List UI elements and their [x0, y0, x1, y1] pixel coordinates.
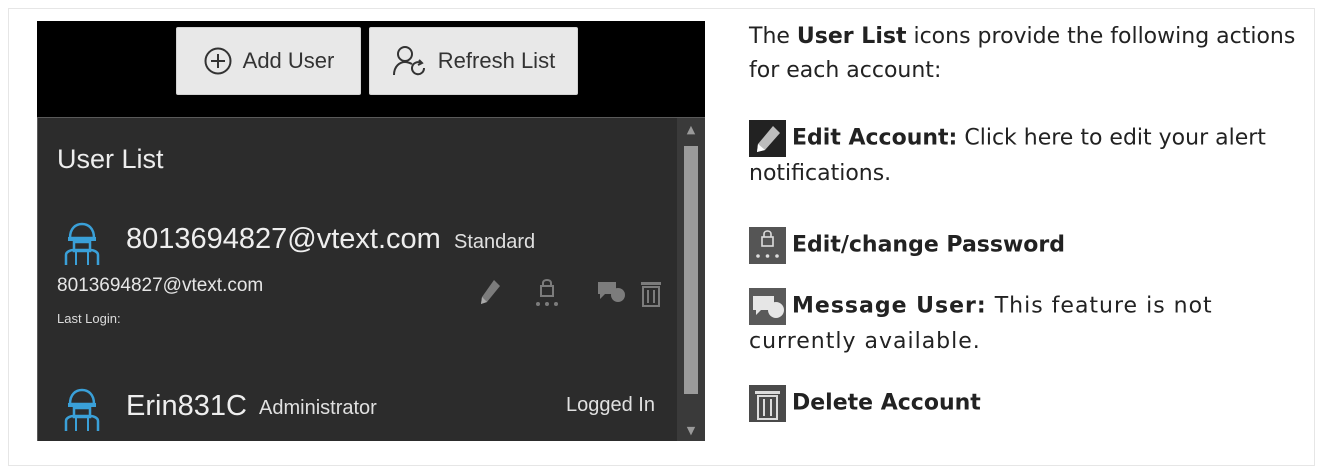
- user-refresh-icon: [392, 44, 428, 78]
- refresh-list-button[interactable]: Refresh List: [369, 27, 578, 95]
- help-item-title: Delete Account: [792, 390, 981, 416]
- help-item-message-user: Message User: This feature is not curren…: [749, 288, 1309, 359]
- user-management-screenshot: Add User Refresh List User List 80136948…: [37, 21, 705, 441]
- user-list-panel: User List 8013694827@vtext.com Standard …: [37, 117, 705, 441]
- user-role: Standard: [454, 231, 536, 253]
- user-email: 8013694827@vtext.com: [57, 275, 264, 296]
- user-name: 8013694827@vtext.com: [126, 223, 441, 255]
- scroll-up-icon[interactable]: ▲: [677, 120, 705, 140]
- user-row-actions: [448, 278, 661, 318]
- pencil-icon[interactable]: [478, 278, 502, 312]
- help-item-delete-account: Delete Account: [749, 385, 1309, 422]
- lock-password-icon[interactable]: [532, 278, 562, 314]
- user-name: Erin831C: [126, 390, 247, 422]
- user-status: Logged In: [566, 394, 655, 416]
- lock-password-icon: [749, 227, 786, 264]
- trash-icon[interactable]: [640, 278, 662, 312]
- trash-icon: [749, 385, 786, 422]
- help-item-title: Edit Account:: [792, 125, 958, 151]
- help-item-title: Message User:: [792, 293, 987, 319]
- scrollbar-thumb[interactable]: [684, 146, 698, 394]
- user-avatar-icon: [62, 222, 102, 270]
- add-user-button[interactable]: Add User: [176, 27, 361, 95]
- pencil-icon: [749, 120, 786, 157]
- user-avatar-icon: [62, 388, 102, 436]
- user-role: Administrator: [259, 397, 377, 419]
- message-icon: [749, 288, 786, 325]
- last-login-label: Last Login:: [57, 311, 121, 326]
- add-user-label: Add User: [242, 48, 335, 73]
- help-intro: The User List icons provide the followin…: [749, 24, 1296, 83]
- help-item-title: Edit/change Password: [792, 232, 1066, 258]
- scroll-down-icon[interactable]: ▼: [677, 421, 705, 441]
- help-item-edit-account: Edit Account: Click here to edit your al…: [749, 120, 1309, 191]
- user-list-title: User List: [57, 144, 164, 174]
- plus-circle-icon: [203, 46, 233, 76]
- refresh-list-label: Refresh List: [437, 48, 556, 73]
- user-list-term: User List: [796, 24, 907, 49]
- message-icon[interactable]: [596, 278, 626, 310]
- user-list-scrollbar[interactable]: ▲ ▼: [677, 118, 705, 441]
- help-item-edit-password: Edit/change Password: [749, 227, 1309, 264]
